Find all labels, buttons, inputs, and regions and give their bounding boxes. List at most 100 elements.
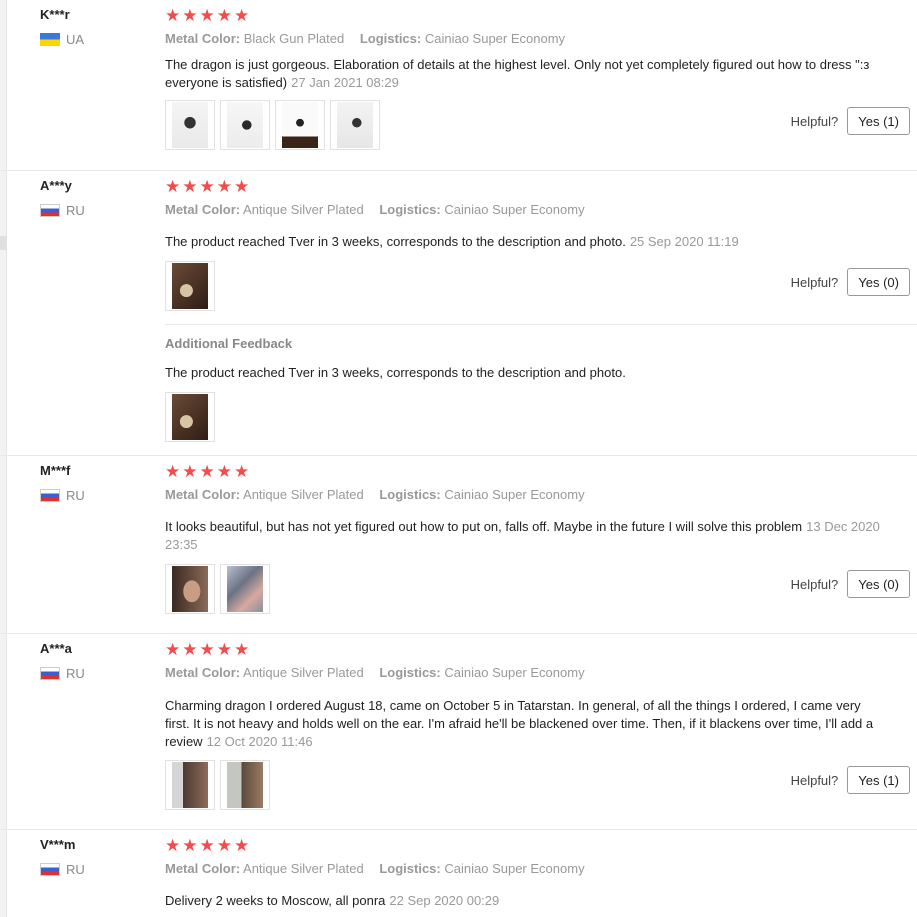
review-date: 27 Jan 2021 08:29 [291, 75, 399, 90]
country-code: RU [66, 862, 85, 877]
reviewer-name: A***a [40, 641, 72, 656]
logistics-key: Logistics: [379, 665, 441, 680]
review-photos [165, 100, 380, 150]
metal-color-key: Metal Color: [165, 202, 241, 217]
additional-feedback-text: The product reached Tver in 3 weeks, cor… [165, 365, 626, 380]
reviewer-name: M***f [40, 463, 71, 478]
star-icon: ★ [165, 6, 181, 25]
metal-color-value: Antique Silver Plated [243, 487, 364, 502]
review-photo[interactable] [220, 760, 270, 810]
review-photos [165, 760, 270, 810]
helpful-vote: Helpful? Yes (1) [791, 107, 910, 135]
helpful-label: Helpful? [790, 772, 839, 788]
review-text: It looks beautiful, but has not yet figu… [165, 518, 885, 554]
helpful-yes-button[interactable]: Yes (1) [847, 766, 910, 794]
star-rating: ★ ★ ★ ★ ★ [165, 7, 249, 25]
review-photo[interactable] [330, 100, 380, 150]
logistics-value: Cainiao Super Economy [444, 861, 585, 876]
review-photo[interactable] [275, 100, 325, 150]
logistics-key: Logistics: [379, 861, 441, 876]
country-code: RU [66, 488, 85, 503]
review-body: The product reached Tver in 3 weeks, cor… [165, 234, 626, 249]
star-rating: ★ ★ ★ ★ ★ [165, 641, 249, 659]
order-attributes: Metal Color: Black Gun Plated Logistics:… [165, 31, 565, 46]
star-icon: ★ [216, 177, 232, 196]
metal-color-key: Metal Color: [165, 487, 241, 502]
country-code: RU [66, 666, 85, 681]
metal-color-value: Antique Silver Plated [243, 202, 364, 217]
review-item: A***y RU ★ ★ ★ ★ ★ Metal Color: Antique Silv… [0, 171, 917, 456]
star-icon: ★ [199, 177, 215, 196]
review-photo[interactable] [165, 100, 215, 150]
review-text: The dragon is just gorgeous. Elaboration… [165, 56, 885, 92]
star-icon: ★ [234, 462, 250, 481]
order-attributes: Metal Color: Antique Silver Plated Logis… [165, 487, 585, 502]
review-text: The product reached Tver in 3 weeks, cor… [165, 233, 885, 251]
review-photo[interactable] [165, 564, 215, 614]
review-date: 22 Sep 2020 00:29 [389, 893, 500, 908]
reviewer-name: V***m [40, 837, 76, 852]
review-item: A***a RU ★ ★ ★ ★ ★ Metal Color: Antique Silv… [0, 634, 917, 830]
star-icon: ★ [182, 640, 198, 659]
photo-image [337, 102, 373, 148]
helpful-yes-button[interactable]: Yes (0) [847, 268, 910, 296]
logistics-key: Logistics: [379, 487, 441, 502]
star-rating: ★ ★ ★ ★ ★ [165, 837, 249, 855]
review-photos [165, 261, 215, 311]
reviewer-country: RU [40, 666, 85, 681]
photo-image [227, 762, 263, 808]
helpful-yes-button[interactable]: Yes (0) [847, 570, 910, 598]
reviewer-name: A***y [40, 178, 72, 193]
metal-color-key: Metal Color: [165, 31, 241, 46]
star-icon: ★ [199, 640, 215, 659]
additional-feedback-photos [165, 392, 215, 442]
country-code: RU [66, 203, 85, 218]
helpful-vote: Helpful? Yes (1) [791, 766, 910, 794]
reviewer-country: RU [40, 488, 85, 503]
review-body: It looks beautiful, but has not yet figu… [165, 519, 803, 534]
star-icon: ★ [165, 836, 181, 855]
review-photos [165, 564, 270, 614]
review-photo[interactable] [220, 100, 270, 150]
star-icon: ★ [199, 462, 215, 481]
photo-image [227, 102, 263, 148]
helpful-label: Helpful? [790, 576, 839, 592]
star-icon: ★ [234, 640, 250, 659]
photo-image [172, 566, 208, 612]
metal-color-key: Metal Color: [165, 665, 241, 680]
review-item: M***f RU ★ ★ ★ ★ ★ Metal Color: Antique Silv… [0, 456, 917, 634]
helpful-yes-button[interactable]: Yes (1) [847, 107, 910, 135]
review-item: V***m RU ★ ★ ★ ★ ★ Metal Color: Antique Silv… [0, 830, 917, 917]
review-body: Delivery 2 weeks to Moscow, all ponra [165, 893, 386, 908]
star-icon: ★ [165, 177, 181, 196]
helpful-label: Helpful? [790, 274, 839, 290]
order-attributes: Metal Color: Antique Silver Plated Logis… [165, 861, 585, 876]
star-icon: ★ [182, 836, 198, 855]
star-icon: ★ [199, 6, 215, 25]
logistics-value: Cainiao Super Economy [444, 202, 585, 217]
photo-image [172, 102, 208, 148]
helpful-vote: Helpful? Yes (0) [791, 268, 910, 296]
review-date: 12 Oct 2020 11:46 [206, 734, 313, 749]
photo-image [172, 394, 208, 440]
review-photo[interactable] [220, 564, 270, 614]
star-icon: ★ [165, 640, 181, 659]
star-rating: ★ ★ ★ ★ ★ [165, 463, 249, 481]
metal-color-value: Antique Silver Plated [243, 665, 364, 680]
review-text: Charming dragon I ordered August 18, cam… [165, 697, 885, 751]
logistics-key: Logistics: [359, 31, 422, 46]
review-photo[interactable] [165, 760, 215, 810]
russia-flag-icon [40, 863, 60, 876]
review-photo[interactable] [165, 261, 215, 311]
star-icon: ★ [182, 462, 198, 481]
metal-color-value: Antique Silver Plated [243, 861, 364, 876]
review-body: The dragon is just gorgeous. Elaboration… [165, 57, 870, 90]
review-item: K***r UA ★ ★ ★ ★ ★ Metal Color: Black Gun Pl… [0, 0, 917, 171]
logistics-value: Cainiao Super Economy [424, 31, 566, 46]
star-icon: ★ [216, 836, 232, 855]
star-icon: ★ [234, 177, 250, 196]
order-attributes: Metal Color: Antique Silver Plated Logis… [165, 202, 585, 217]
reviewer-country: UA [40, 32, 84, 47]
metal-color-key: Metal Color: [165, 861, 241, 876]
review-photo[interactable] [165, 392, 215, 442]
